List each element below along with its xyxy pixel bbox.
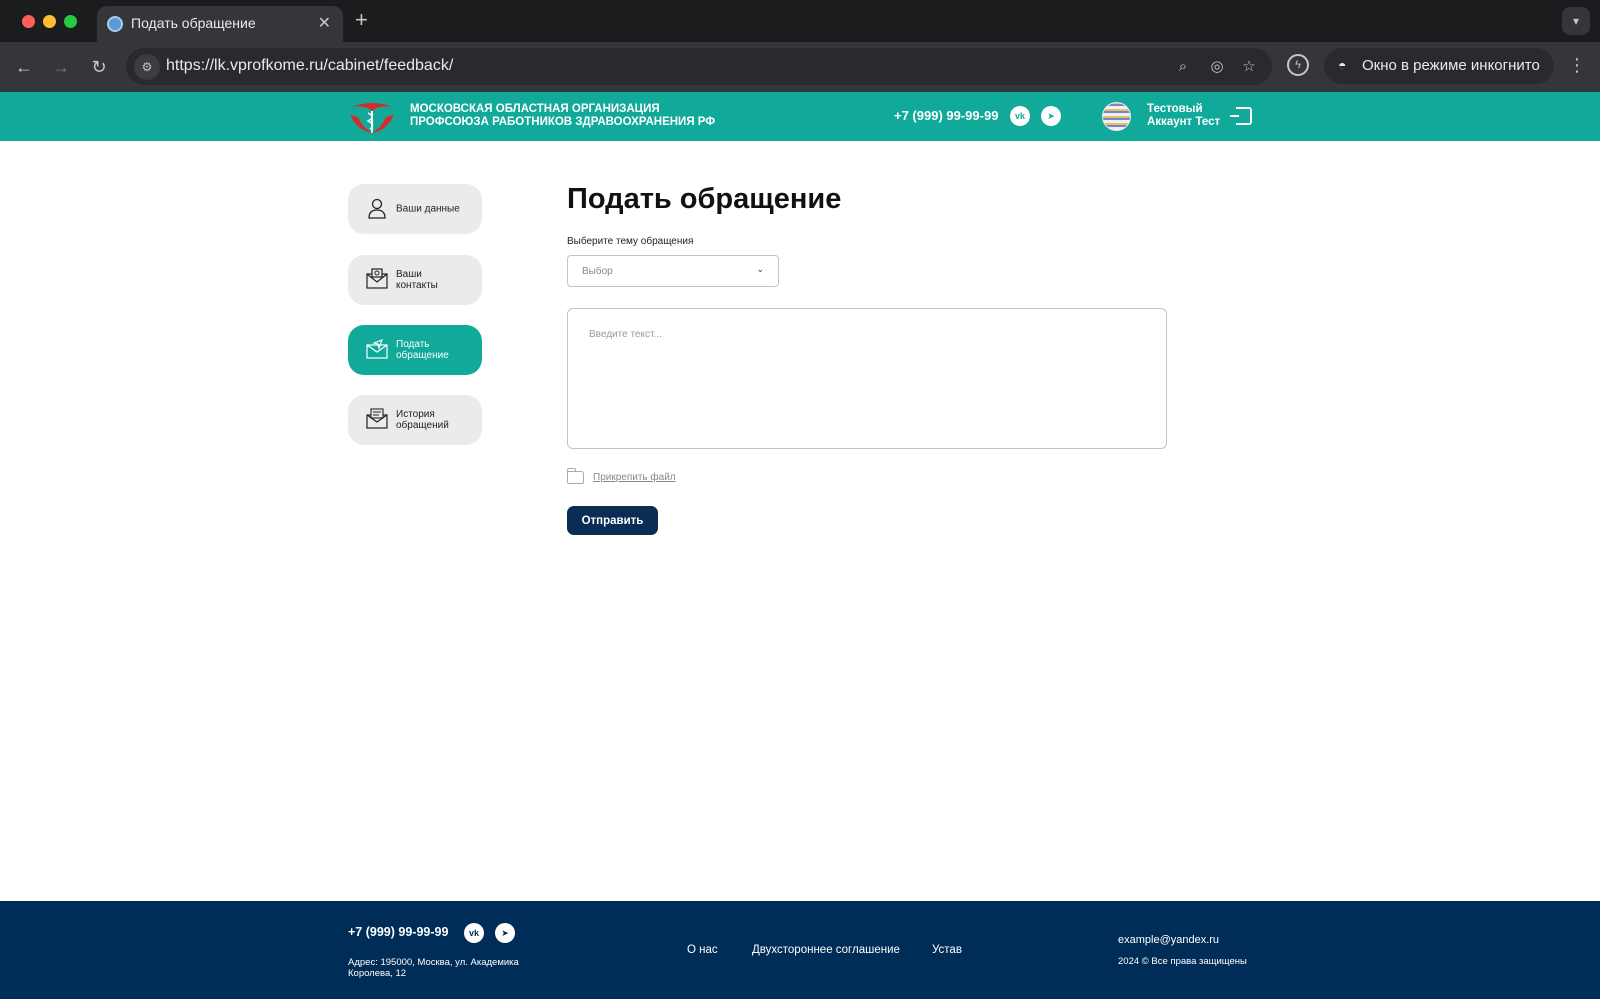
site-header: Московская областная организация профсою… xyxy=(0,92,1600,141)
footer-telegram-icon[interactable]: ➤ xyxy=(495,923,515,943)
organization-name[interactable]: Московская областная организация профсою… xyxy=(410,103,715,129)
url-text[interactable]: https://lk.vprofkome.ru/cabinet/feedback… xyxy=(166,57,453,75)
sidebar-item-label: Ваши данные xyxy=(396,204,460,215)
performance-icon[interactable]: ϟ xyxy=(1287,54,1309,76)
submit-button[interactable]: Отправить xyxy=(567,506,658,535)
eye-off-icon[interactable]: ◎ xyxy=(1206,56,1228,78)
minimize-window-button[interactable] xyxy=(43,15,56,28)
history-mail-icon xyxy=(366,408,388,429)
maximize-window-button[interactable] xyxy=(64,15,77,28)
send-mail-icon xyxy=(366,339,388,359)
sidebar-item-label: История обращений xyxy=(396,409,449,431)
site-settings-icon[interactable]: ⚙ xyxy=(134,54,160,80)
footer-copyright: 2024 © Все права защищены xyxy=(1118,956,1247,967)
vk-icon[interactable]: vk xyxy=(1010,106,1030,126)
account-name[interactable]: Тестовый Аккаунт Тест xyxy=(1147,103,1220,129)
footer-vk-icon[interactable]: vk xyxy=(464,923,484,943)
reload-icon[interactable]: ↻ xyxy=(86,54,112,80)
footer: +7 (999) 99-99-99 vk ➤ Адрес: 195000, Мо… xyxy=(0,901,1600,999)
tab-close-icon[interactable]: ✕ xyxy=(318,13,331,33)
browser-chrome: Подать обращение ✕ + ▾ ← → ↻ ⚙ https://l… xyxy=(0,0,1600,92)
telegram-icon[interactable]: ➤ xyxy=(1041,106,1061,126)
sidebar-item-label: Ваши контакты xyxy=(396,269,438,291)
favicon-icon xyxy=(107,16,123,32)
sidebar-item-contacts[interactable]: Ваши контакты xyxy=(348,255,482,305)
sidebar-item-history[interactable]: История обращений xyxy=(348,395,482,445)
active-tab[interactable]: Подать обращение ✕ xyxy=(97,6,343,42)
sidebar-item-label-line2: обращение xyxy=(396,350,449,361)
account-name-line1: Тестовый xyxy=(1147,103,1203,115)
sidebar-item-label: Подать обращение xyxy=(396,339,449,361)
sidebar-item-label-line1: История xyxy=(396,409,435,420)
header-phone[interactable]: +7 (999) 99-99-99 xyxy=(894,108,998,123)
footer-phone[interactable]: +7 (999) 99-99-99 xyxy=(348,925,448,939)
new-tab-button[interactable]: + xyxy=(355,8,368,32)
footer-email[interactable]: example@yandex.ru xyxy=(1118,934,1219,946)
topic-label: Выберите тему обращения xyxy=(567,236,694,247)
user-icon xyxy=(368,198,386,219)
forward-arrow-icon[interactable]: → xyxy=(48,54,74,80)
avatar[interactable] xyxy=(1102,102,1131,131)
footer-link-agreement[interactable]: Двухстороннее соглашение xyxy=(752,944,900,956)
topic-select[interactable]: Выбор ⌄ xyxy=(567,255,779,287)
back-arrow-icon[interactable]: ← xyxy=(11,54,37,80)
attach-file-link[interactable]: Прикрепить файл xyxy=(593,472,676,483)
footer-link-about[interactable]: О нас xyxy=(687,944,718,956)
message-textarea[interactable] xyxy=(567,308,1167,449)
footer-link-charter[interactable]: Устав xyxy=(932,944,962,956)
sidebar-item-label-line1: Подать xyxy=(396,339,430,350)
organization-name-line2: профсоюза работников здравоохранения РФ xyxy=(410,116,716,128)
logo-icon[interactable] xyxy=(348,97,396,135)
contacts-mail-icon xyxy=(366,268,388,289)
logout-icon[interactable] xyxy=(1230,107,1252,125)
account-name-line2: Аккаунт Тест xyxy=(1147,116,1221,128)
sidebar-item-profile[interactable]: Ваши данные xyxy=(348,184,482,234)
close-window-button[interactable] xyxy=(22,15,35,28)
browser-menu-icon[interactable]: ⋮ xyxy=(1568,55,1586,75)
sidebar-item-label-line1: Ваши xyxy=(396,269,422,280)
folder-icon[interactable] xyxy=(567,468,584,484)
sidebar-item-feedback[interactable]: Подать обращение xyxy=(348,325,482,375)
bookmark-star-icon[interactable]: ☆ xyxy=(1238,56,1260,78)
sidebar-item-label-line2: контакты xyxy=(396,280,438,291)
organization-name-line1: Московская областная организация xyxy=(410,103,660,115)
sidebar-item-label-line2: обращений xyxy=(396,420,449,431)
tab-search-chevron-icon[interactable]: ▾ xyxy=(1562,7,1590,35)
sidebar-item-label-line1: Ваши данные xyxy=(396,203,460,215)
page-title: Подать обращение xyxy=(567,183,842,215)
footer-address: Адрес: 195000, Москва, ул. Академика Кор… xyxy=(348,957,519,979)
topic-select-value: Выбор xyxy=(582,266,613,277)
address-bar[interactable]: ⚙ https://lk.vprofkome.ru/cabinet/feedba… xyxy=(126,48,1272,85)
incognito-badge[interactable]: ◓ Окно в режиме инкогнито xyxy=(1324,48,1554,84)
incognito-icon: ◓ xyxy=(1338,57,1347,73)
incognito-label: Окно в режиме инкогнито xyxy=(1362,57,1540,74)
zoom-icon[interactable]: ⌕ xyxy=(1172,56,1194,78)
tab-title: Подать обращение xyxy=(131,15,256,31)
tab-bar: Подать обращение ✕ + ▾ xyxy=(0,0,1600,42)
chevron-down-icon: ⌄ xyxy=(756,264,764,274)
